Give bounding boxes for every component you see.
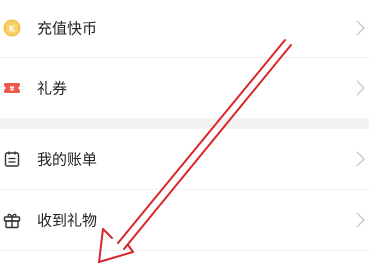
chevron-right-icon <box>356 20 365 36</box>
chevron-right-icon <box>356 212 365 228</box>
chevron-right-icon <box>356 151 365 167</box>
menu-item-label: 礼券 <box>37 79 68 98</box>
menu-item-my-bills[interactable]: 我的账单 <box>0 129 369 189</box>
row-divider <box>0 250 369 251</box>
coupon-icon: ¥ <box>2 79 22 97</box>
menu-item-label: 我的账单 <box>37 150 98 169</box>
menu-item-received-gifts[interactable]: 收到礼物 <box>0 190 369 250</box>
svg-text:K: K <box>9 25 16 34</box>
menu-item-coupons[interactable]: ¥ 礼券 <box>0 58 369 118</box>
svg-text:¥: ¥ <box>10 85 15 93</box>
wallet-menu-screen: K 充值快币 ¥ 礼券 我的账单 收到礼物 <box>0 0 369 263</box>
gift-icon <box>3 211 21 229</box>
menu-item-label: 收到礼物 <box>37 211 98 230</box>
section-gap <box>0 118 369 129</box>
bill-icon <box>3 150 21 168</box>
coin-icon: K <box>3 19 21 37</box>
menu-item-recharge-coins[interactable]: K 充值快币 <box>0 0 369 58</box>
menu-item-label: 充值快币 <box>37 19 98 38</box>
chevron-right-icon <box>356 80 365 96</box>
